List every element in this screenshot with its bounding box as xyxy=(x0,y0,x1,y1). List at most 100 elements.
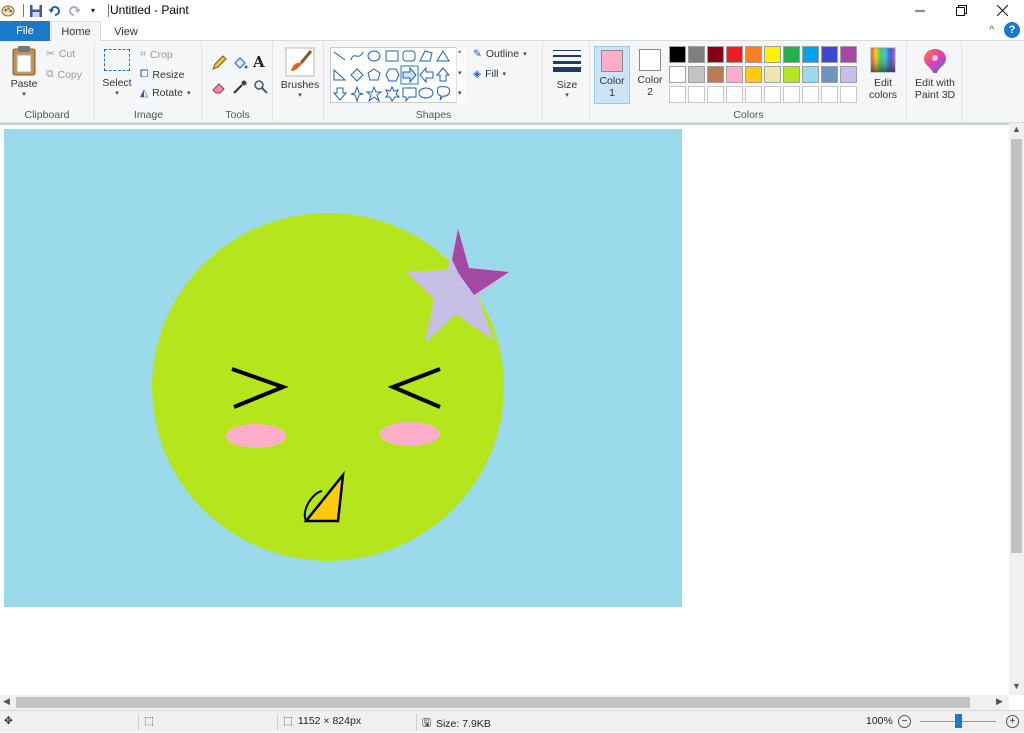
palette-swatch[interactable] xyxy=(840,66,857,83)
image-group: Select ▾ ⌗ Crop ⧠ Resize ◭ Rotate ▾ Imag… xyxy=(96,41,202,123)
zoom-slider-thumb[interactable] xyxy=(955,714,962,728)
palette-swatch[interactable] xyxy=(764,66,781,83)
zoom-out-icon[interactable]: − xyxy=(898,715,911,728)
scroll-left-icon[interactable]: ◀ xyxy=(3,696,10,707)
scroll-down-icon[interactable]: ▼ xyxy=(1012,681,1021,691)
edit-colors-label-1: Edit xyxy=(873,77,893,89)
drawing-canvas[interactable] xyxy=(4,129,682,607)
resize-button[interactable]: ⧠ Resize xyxy=(140,68,185,81)
palette-swatch[interactable] xyxy=(783,46,800,63)
magnifier-icon[interactable] xyxy=(253,79,269,95)
customize-qat-icon[interactable]: ▾ xyxy=(85,3,101,19)
scroll-right-icon[interactable]: ▶ xyxy=(996,696,1003,707)
palette-swatch[interactable] xyxy=(707,86,724,103)
close-button[interactable] xyxy=(982,0,1022,21)
palette-swatch[interactable] xyxy=(802,86,819,103)
palette-swatch[interactable] xyxy=(669,66,686,83)
tab-home[interactable]: Home xyxy=(51,21,101,42)
palette-swatch[interactable] xyxy=(669,46,686,63)
left-blush xyxy=(226,424,286,448)
copy-button[interactable]: ⧉ Copy xyxy=(46,68,82,81)
palette-swatch[interactable] xyxy=(764,46,781,63)
scroll-up-icon[interactable]: ▲ xyxy=(1012,124,1021,134)
text-tool-icon[interactable]: A xyxy=(253,53,265,71)
palette-swatch[interactable] xyxy=(726,66,743,83)
canvas-size-icon: ⬚ xyxy=(283,715,293,727)
color2-label: Color xyxy=(637,74,663,86)
shapes-group: ▴ ▾ ▾ ✎ Outline ▾ ◈ Fill ▾ Shapes xyxy=(325,41,543,123)
tab-view[interactable]: View xyxy=(103,21,149,42)
palette-swatch[interactable] xyxy=(840,86,857,103)
palette-swatch[interactable] xyxy=(707,46,724,63)
paste-button[interactable]: Paste ▾ xyxy=(6,45,42,98)
help-icon[interactable]: ? xyxy=(1004,22,1020,38)
rotate-label: Rotate xyxy=(152,87,184,99)
palette-swatch[interactable] xyxy=(688,86,705,103)
palette-swatch[interactable] xyxy=(783,66,800,83)
palette-swatch[interactable] xyxy=(821,46,838,63)
brushes-label: Brushes xyxy=(280,79,320,91)
rotate-button[interactable]: ◭ Rotate ▾ xyxy=(140,87,191,99)
palette-swatch[interactable] xyxy=(802,46,819,63)
palette-swatch[interactable] xyxy=(745,66,762,83)
palette-swatch[interactable] xyxy=(688,46,705,63)
palette-swatch[interactable] xyxy=(707,66,724,83)
vertical-scroll-thumb[interactable] xyxy=(1011,139,1022,553)
palette-swatch[interactable] xyxy=(745,86,762,103)
edit-colors-button[interactable]: Edit colors xyxy=(865,47,901,101)
redo-icon[interactable] xyxy=(66,3,82,19)
fill-bucket-icon[interactable] xyxy=(232,55,248,71)
color1-button[interactable]: Color 1 xyxy=(594,46,630,104)
palette-swatch[interactable] xyxy=(745,46,762,63)
crop-button[interactable]: ⌗ Crop xyxy=(140,48,173,61)
palette-swatch[interactable] xyxy=(802,66,819,83)
size-button[interactable]: Size ▾ xyxy=(548,47,586,99)
zoom-in-icon[interactable]: + xyxy=(1006,715,1019,728)
select-button[interactable]: Select ▾ xyxy=(100,49,134,97)
palette-swatch[interactable] xyxy=(840,46,857,63)
color2-button[interactable]: Color 2 xyxy=(632,46,668,104)
canvas-dimensions: ⬚ 1152 × 824px xyxy=(283,715,361,727)
minimize-button[interactable] xyxy=(900,0,940,21)
paint-app-icon[interactable] xyxy=(0,3,16,19)
ribbon: Paste ▾ ✂ Cut ⧉ Copy Clipboard Select ▾ … xyxy=(0,41,1024,123)
edit-with-paint3d-button[interactable]: Edit with Paint 3D xyxy=(910,47,960,101)
horizontal-scroll-thumb[interactable] xyxy=(16,697,970,708)
tab-file[interactable]: File xyxy=(0,21,50,41)
shapes-gallery[interactable] xyxy=(330,47,466,103)
cursor-position-icon: ✥ xyxy=(4,715,13,727)
status-bar: ✥ ⬚ ⬚ 1152 × 824px 🖫 Size: 7.9KB 100% − … xyxy=(0,710,1024,732)
paste-label: Paste xyxy=(10,78,38,90)
outline-icon: ✎ xyxy=(473,48,482,60)
palette-swatch[interactable] xyxy=(669,86,686,103)
palette-swatch[interactable] xyxy=(726,46,743,63)
paste-icon xyxy=(12,46,36,76)
select-icon xyxy=(104,49,130,71)
zoom-level: 100% xyxy=(866,715,893,727)
pencil-icon[interactable] xyxy=(211,55,227,71)
quick-access-toolbar: ▾ xyxy=(0,2,113,19)
horizontal-scrollbar[interactable]: ◀ ▶ xyxy=(0,695,1009,710)
color2-number: 2 xyxy=(647,86,653,98)
undo-icon[interactable] xyxy=(47,3,63,19)
eraser-icon[interactable] xyxy=(211,79,227,95)
palette-swatch[interactable] xyxy=(783,86,800,103)
color-picker-icon[interactable] xyxy=(232,79,248,95)
shapes-gallery-scroll[interactable]: ▴ ▾ ▾ xyxy=(456,47,466,103)
palette-swatch[interactable] xyxy=(764,86,781,103)
save-icon[interactable] xyxy=(28,3,44,19)
window-title: Untitled - Paint xyxy=(110,3,189,17)
vertical-scrollbar[interactable]: ▲ ▼ xyxy=(1009,123,1024,695)
crop-label: Crop xyxy=(149,48,173,61)
palette-swatch[interactable] xyxy=(726,86,743,103)
palette-swatch[interactable] xyxy=(821,66,838,83)
palette-swatch[interactable] xyxy=(688,66,705,83)
palette-swatch[interactable] xyxy=(821,86,838,103)
paint3d-icon xyxy=(924,49,946,73)
cut-button[interactable]: ✂ Cut xyxy=(46,48,75,60)
brushes-button[interactable]: Brushes ▾ xyxy=(280,47,320,99)
collapse-ribbon-icon[interactable]: ^ xyxy=(989,25,994,36)
restore-button[interactable] xyxy=(941,0,981,21)
outline-button[interactable]: ✎ Outline ▾ xyxy=(473,48,527,60)
fill-button[interactable]: ◈ Fill ▾ xyxy=(473,68,506,80)
